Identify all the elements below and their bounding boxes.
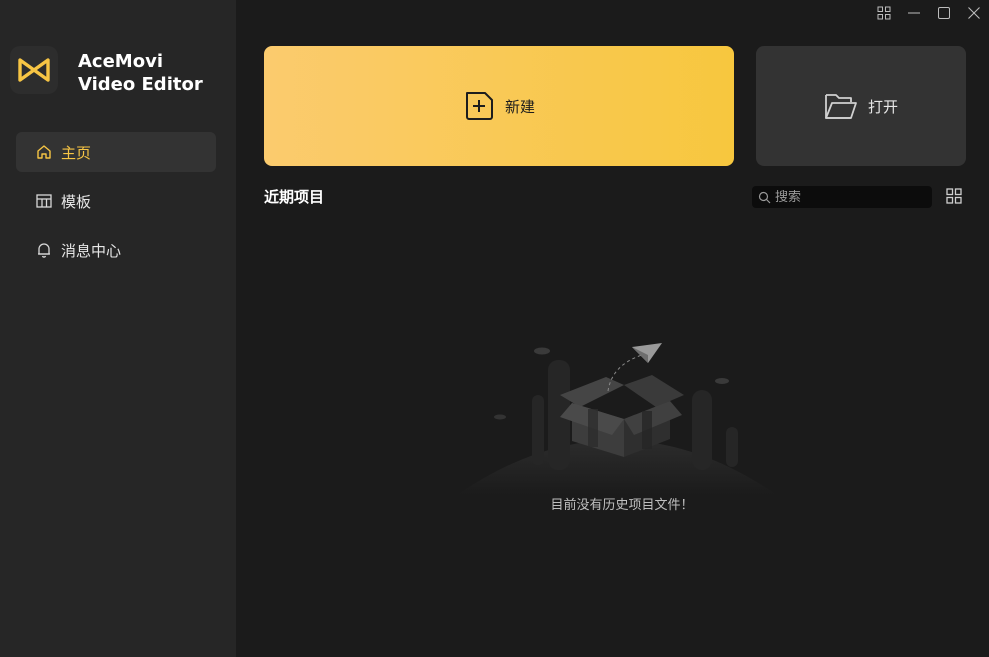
recent-projects-title: 近期项目	[264, 188, 325, 206]
empty-box-illustration	[452, 335, 782, 495]
sidebar: AceMovi Video Editor 主页 模板 消息中心	[0, 0, 236, 657]
acemovi-logo-icon	[10, 46, 58, 94]
sidebar-item-label: 模板	[61, 192, 92, 211]
app-name-line1: AceMovi	[78, 51, 163, 72]
layout-icon[interactable]	[869, 4, 899, 22]
sidebar-item-templates[interactable]: 模板	[16, 181, 216, 221]
open-project-label: 打开	[867, 97, 898, 116]
app-name: AceMovi Video Editor	[78, 50, 203, 96]
maximize-icon[interactable]	[929, 4, 959, 22]
open-project-button[interactable]: 打开	[756, 46, 966, 166]
minimize-icon[interactable]	[899, 4, 929, 22]
search-icon	[758, 191, 771, 204]
folder-open-icon	[824, 91, 858, 121]
sidebar-item-home[interactable]: 主页	[16, 132, 216, 172]
sidebar-nav: 主页 模板 消息中心	[16, 132, 216, 279]
sidebar-item-label: 主页	[61, 143, 92, 162]
new-file-icon	[463, 90, 495, 122]
sidebar-item-messages[interactable]: 消息中心	[16, 230, 216, 270]
app-name-line2: Video Editor	[78, 74, 203, 95]
window-controls	[869, 4, 989, 22]
search-input[interactable]	[775, 189, 925, 205]
bell-icon	[35, 241, 53, 259]
template-icon	[35, 192, 53, 210]
new-project-label: 新建	[504, 97, 535, 116]
app-window: AceMovi Video Editor 主页 模板 消息中心 新建 打开 近期…	[0, 0, 989, 657]
new-project-button[interactable]: 新建	[264, 46, 734, 166]
sidebar-item-label: 消息中心	[61, 241, 122, 260]
empty-state-message: 目前没有历史项目文件！	[550, 498, 694, 513]
home-icon	[35, 143, 53, 161]
search-box	[752, 186, 932, 208]
grid-view-icon[interactable]	[946, 188, 962, 204]
close-icon[interactable]	[959, 4, 989, 22]
